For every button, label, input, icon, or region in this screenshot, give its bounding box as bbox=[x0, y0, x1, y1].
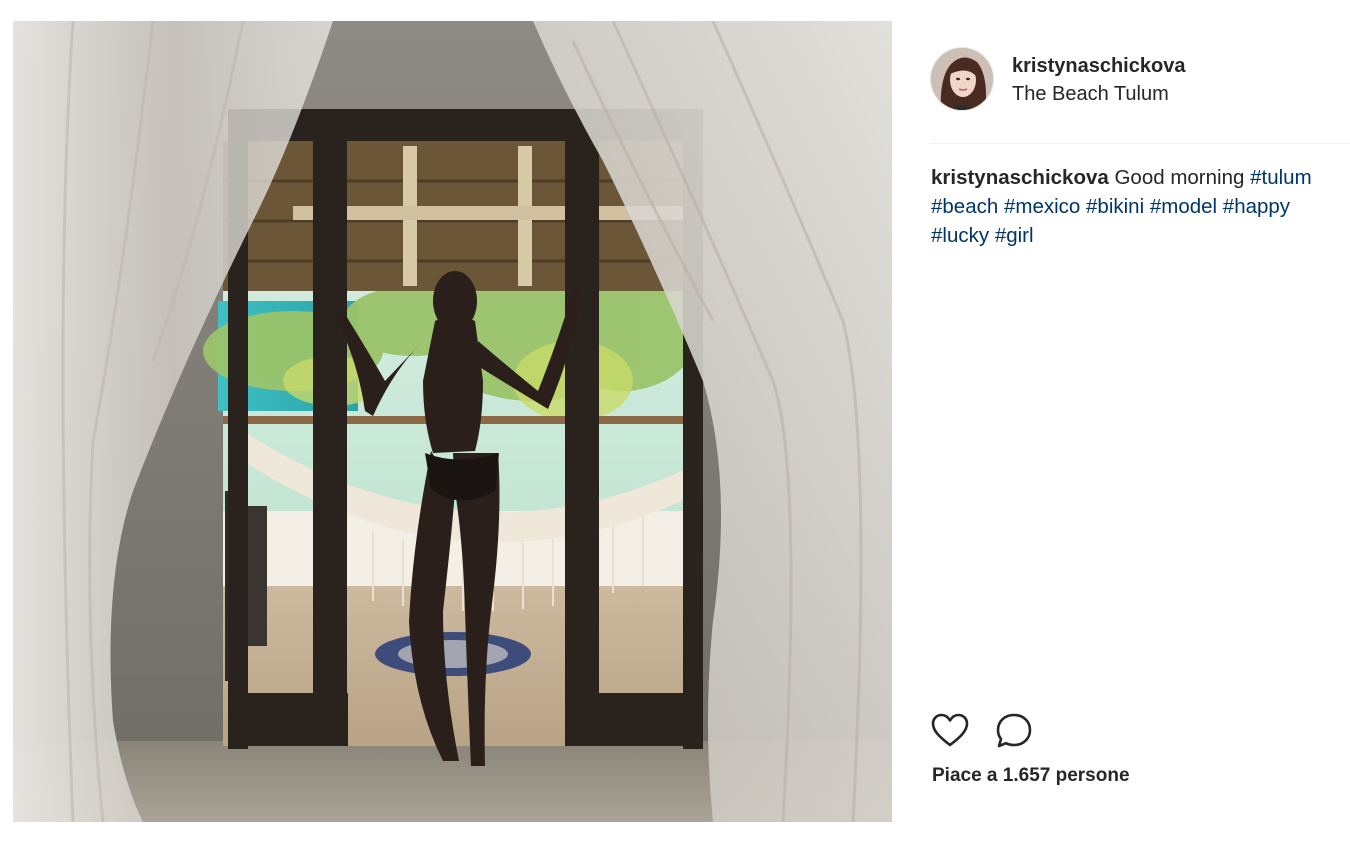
hashtag-link[interactable]: #lucky bbox=[931, 224, 989, 247]
hashtag-link[interactable]: #girl bbox=[995, 224, 1034, 247]
post-location[interactable]: The Beach Tulum bbox=[1012, 83, 1169, 106]
post-details-panel: kristynaschickova The Beach Tulum kristy… bbox=[892, 21, 1350, 822]
hashtag-link[interactable]: #mexico bbox=[1004, 195, 1080, 218]
hashtag-link[interactable]: #happy bbox=[1223, 195, 1290, 218]
speech-bubble-icon bbox=[996, 713, 1032, 748]
like-button[interactable] bbox=[928, 709, 972, 753]
post-caption: kristynaschickova Good morning #tulum #b… bbox=[931, 163, 1341, 250]
post-header: kristynaschickova The Beach Tulum bbox=[930, 47, 1330, 113]
post-actions bbox=[930, 709, 1130, 753]
likes-count[interactable]: Piace a 1.657 persone bbox=[932, 765, 1130, 787]
caption-username[interactable]: kristynaschickova bbox=[931, 166, 1109, 189]
hashtag-link[interactable]: #model bbox=[1150, 195, 1217, 218]
heart-outline-icon bbox=[931, 713, 969, 747]
caption-text: Good morning bbox=[1114, 166, 1245, 189]
post-photo[interactable] bbox=[13, 21, 892, 822]
hashtag-link[interactable]: #beach bbox=[931, 195, 998, 218]
avatar[interactable] bbox=[930, 47, 994, 111]
post-username[interactable]: kristynaschickova bbox=[1012, 55, 1185, 78]
header-divider bbox=[930, 143, 1350, 144]
post-photo-illustration bbox=[13, 21, 892, 822]
hashtag-link[interactable]: #tulum bbox=[1250, 166, 1312, 189]
hashtag-link[interactable]: #bikini bbox=[1086, 195, 1144, 218]
avatar-image bbox=[931, 48, 993, 110]
comment-button[interactable] bbox=[992, 709, 1036, 753]
